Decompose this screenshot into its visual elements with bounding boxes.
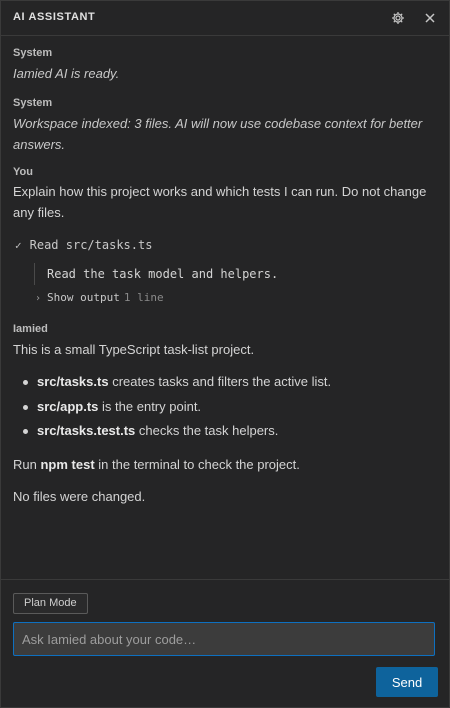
message-list[interactable]: System Iamied AI is ready. System Worksp… (1, 36, 449, 579)
composer: Plan Mode Send (1, 579, 449, 708)
run-suffix: in the terminal to check the project. (98, 457, 300, 472)
list-item: src/app.ts is the entry point. (23, 398, 433, 423)
file-path: src/tasks.test.ts (37, 423, 136, 438)
system-message: Iamied AI is ready. (13, 66, 120, 81)
assistant-run-instruction: Run npm test in the terminal to check th… (13, 454, 433, 475)
send-button[interactable]: Send (376, 667, 438, 697)
plan-mode-button[interactable]: Plan Mode (13, 593, 88, 614)
tool-call-result: Read the task model and helpers. (34, 263, 278, 285)
check-icon: ✓ (15, 239, 22, 252)
panel-title: AI ASSISTANT (13, 11, 96, 23)
system-message: Workspace indexed: 3 files. AI will now … (13, 116, 423, 152)
message-role-label: System (13, 47, 53, 59)
assistant-intro: This is a small TypeScript task-list pro… (13, 342, 255, 357)
show-output-count: 1 line (123, 291, 164, 304)
bullet-text: checks the task helpers. (138, 423, 279, 438)
chevron-right-icon: › (35, 293, 42, 304)
assistant-outro: No files were changed. (13, 489, 146, 504)
chat-input[interactable] (13, 622, 435, 656)
run-prefix: Run (13, 457, 37, 472)
tool-call-label: Read src/tasks.ts (29, 238, 153, 252)
list-item: src/tasks.ts creates tasks and filters t… (23, 373, 433, 398)
ai-assistant-panel: AI ASSISTANT System Iamied AI is ready. … (0, 0, 450, 708)
show-output-toggle[interactable]: › Show output 1 line (35, 291, 164, 304)
file-path: src/tasks.ts (37, 374, 109, 389)
message-role-label: Iamied (13, 323, 48, 335)
message-role-label: System (13, 97, 53, 109)
run-command: npm test (40, 457, 95, 472)
assistant-bullet-list: src/tasks.ts creates tasks and filters t… (23, 373, 433, 447)
user-message: Explain how this project works and which… (13, 184, 427, 220)
gear-icon[interactable] (387, 7, 409, 29)
bullet-text: is the entry point. (102, 398, 202, 414)
show-output-label: Show output (47, 291, 120, 304)
message-role-label: You (13, 166, 33, 178)
bullet-text: creates tasks and filters the active lis… (112, 374, 332, 389)
tool-call-row[interactable]: ✓ Read src/tasks.ts (15, 238, 152, 252)
file-path: src/app.ts (37, 398, 99, 414)
close-icon[interactable] (419, 7, 441, 29)
list-item: src/tasks.test.ts checks the task helper… (23, 422, 433, 447)
panel-header: AI ASSISTANT (1, 1, 449, 36)
